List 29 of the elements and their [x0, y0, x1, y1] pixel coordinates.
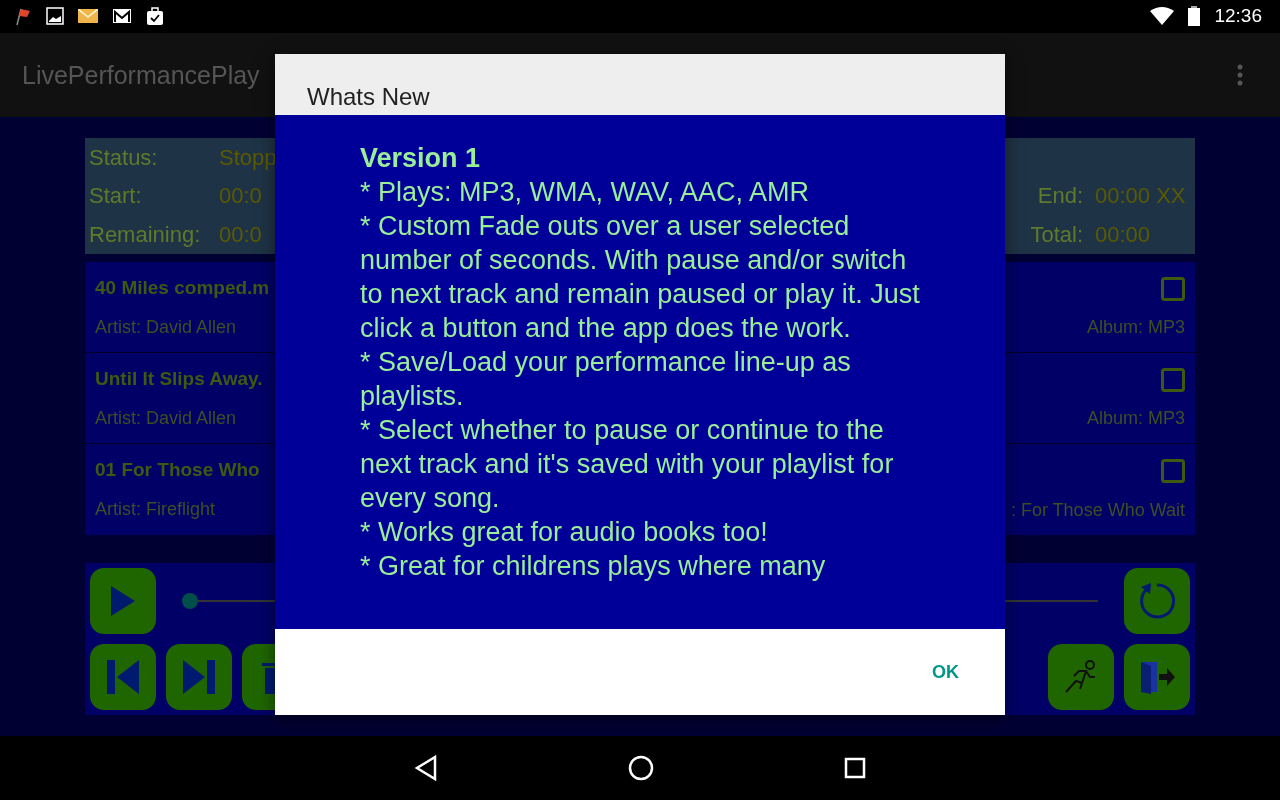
track-artist: Artist: David Allen: [95, 316, 238, 338]
end-label: End:: [1036, 183, 1083, 210]
clock-time: 12:36: [1214, 5, 1262, 28]
remaining-label: Remaining:: [89, 222, 202, 248]
track-title: 01 For Those Who: [95, 459, 260, 482]
start-value: 00:0: [219, 183, 262, 210]
start-label: Start:: [89, 183, 143, 210]
feature-item: * Save/Load your performance line-up as playlists.: [360, 346, 852, 413]
track-artist: Artist: Fireflight: [95, 499, 217, 521]
track-album: Album: MP3: [1086, 317, 1185, 339]
track-title: 40 Miles comped.m: [95, 277, 270, 300]
remaining-value: 00:0: [219, 222, 262, 248]
status-value: Stopp: [219, 144, 277, 171]
feature-item: * Plays: MP3, WMA, WAV, AAC, AMR: [360, 176, 811, 209]
status-label: Status:: [89, 144, 159, 171]
feature-item: * Select whether to pause or continue to the next track and it's saved with your playlist for every song.: [360, 414, 895, 515]
track-album: Album: MP3: [1086, 408, 1185, 430]
version-heading: Version 1: [360, 142, 482, 175]
end-value: 00:00 XX: [1095, 183, 1187, 210]
feature-item: * Great for childrens plays where many: [360, 550, 827, 583]
feature-item: * Custom Fade outs over a user selected number of seconds. With pause and/or switch to next track and remain paused or play it. Just click a button and the app does the work.: [360, 210, 920, 345]
app-title: LivePerformancePlay: [22, 60, 260, 90]
dialog-title: Whats New: [307, 83, 430, 111]
total-label: Total:: [1029, 222, 1083, 248]
feature-item: * Works great for audio books too!: [360, 516, 769, 549]
track-artist: Artist: David Allen: [95, 407, 238, 429]
total-value: 00:00: [1095, 222, 1152, 248]
track-album: : For Those Who Wait: [1010, 499, 1185, 521]
track-title: Until It Slips Away.: [95, 368, 263, 391]
